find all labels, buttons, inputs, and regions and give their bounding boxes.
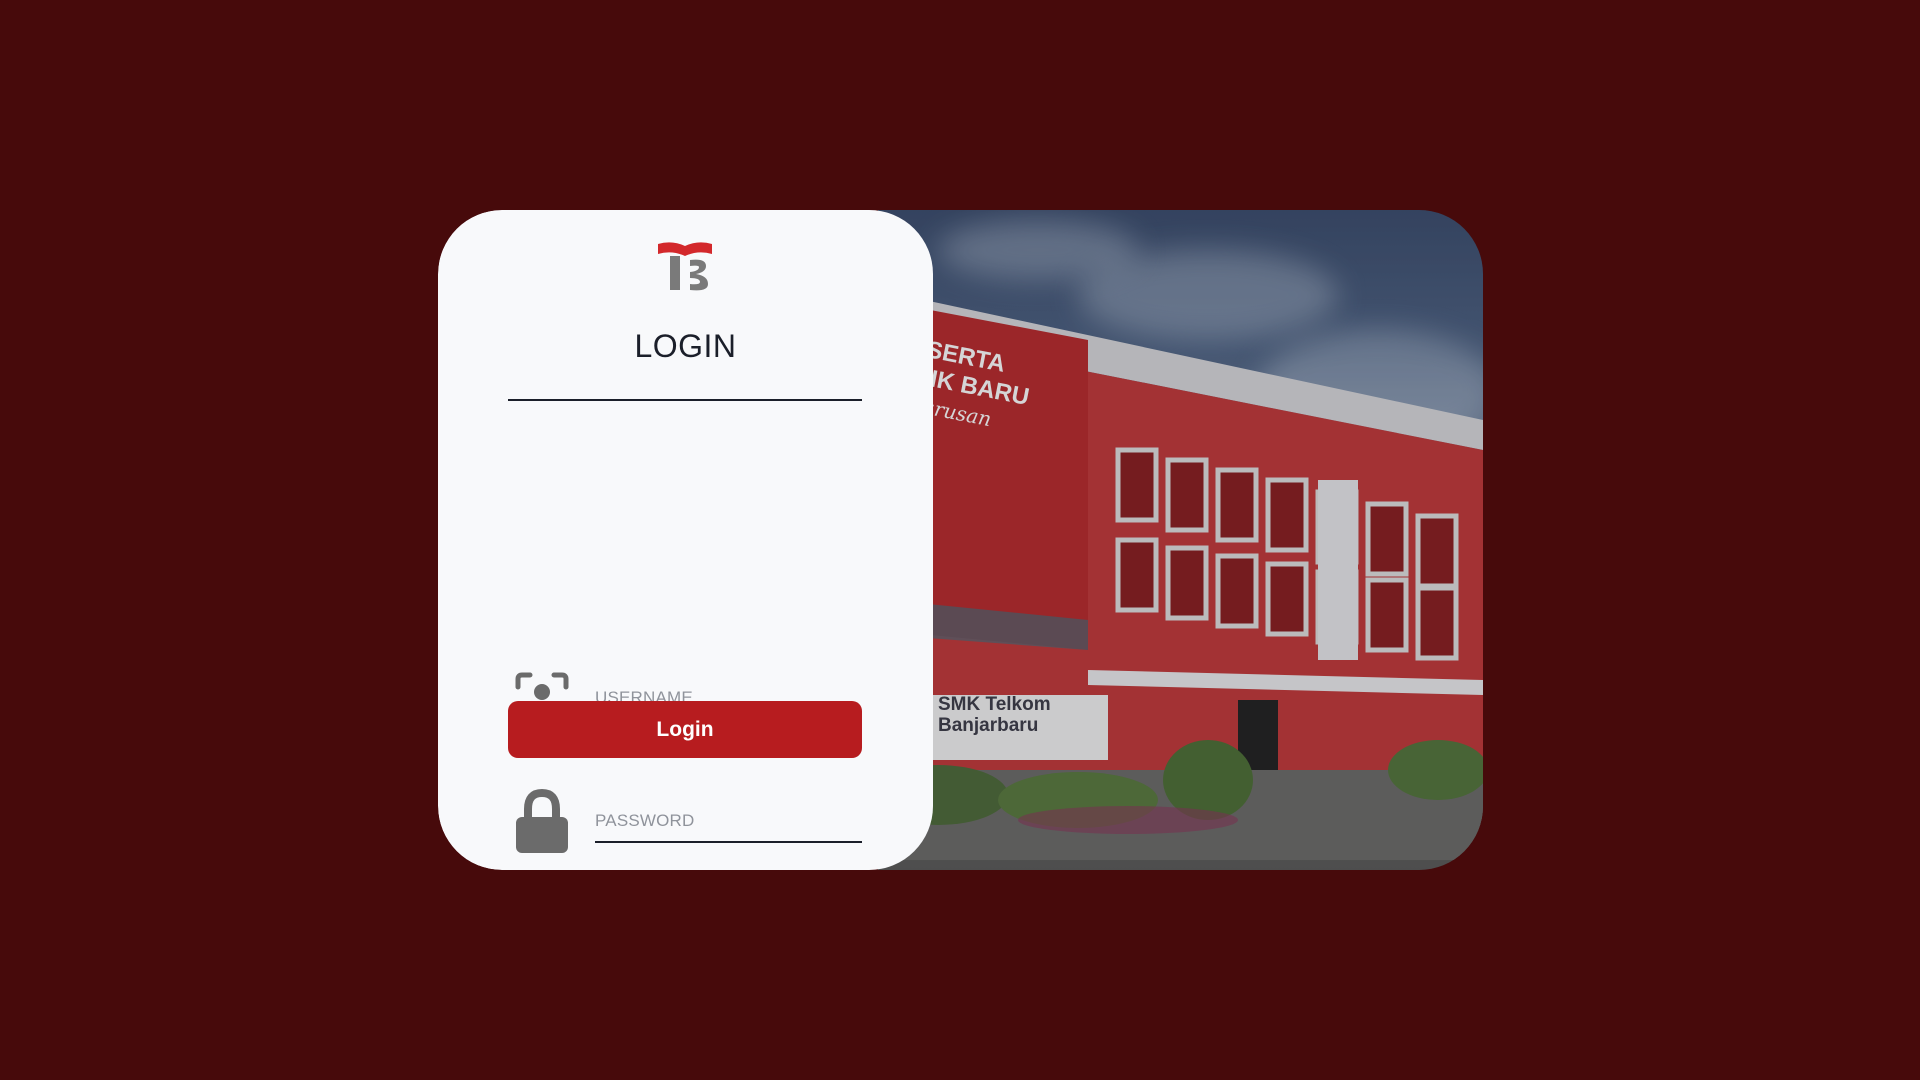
password-input[interactable] xyxy=(595,801,862,843)
login-button[interactable]: Login xyxy=(508,701,862,758)
login-panel: LOGIN USERNAME Login xyxy=(438,210,933,870)
lock-icon xyxy=(511,787,573,857)
school-building-photo: PESERTA DIDIK BARU Jurusan SMK Telkom Ba… xyxy=(878,210,1483,870)
photo-dim-overlay xyxy=(878,210,1483,870)
page-title: LOGIN xyxy=(634,328,737,364)
password-field-row xyxy=(508,787,862,857)
title-divider xyxy=(508,399,862,401)
login-card: PESERTA DIDIK BARU Jurusan SMK Telkom Ba… xyxy=(438,210,1483,870)
school-logo-icon xyxy=(656,238,714,296)
